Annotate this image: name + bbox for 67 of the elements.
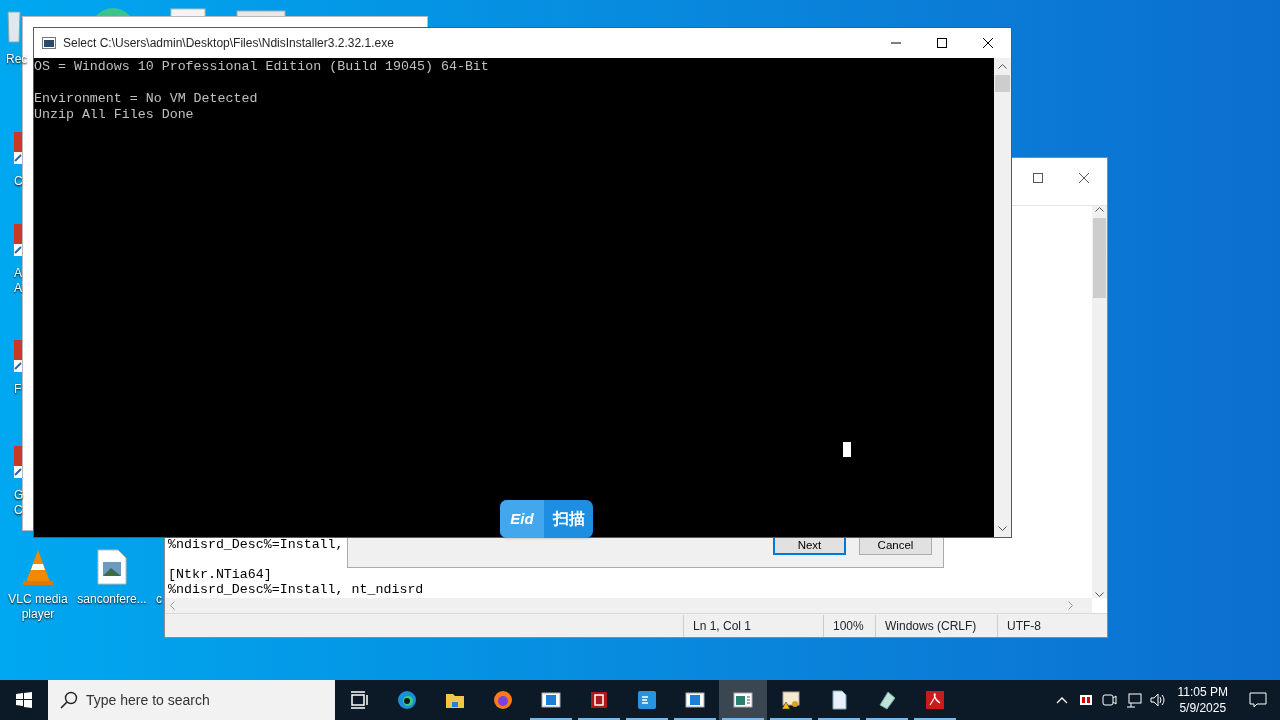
text-line: %ndisrd_Desc%=Install,: [168, 537, 344, 552]
maximize-icon: [1033, 173, 1043, 183]
scan-label: 扫描: [551, 509, 586, 529]
scroll-up-icon: [1095, 206, 1104, 212]
search-icon: [60, 691, 78, 709]
search-field[interactable]: Type here to search: [86, 680, 326, 720]
task-view-icon: [349, 690, 369, 710]
eid-app-icon: [637, 690, 657, 710]
window-icon: [685, 690, 705, 710]
scroll-down-icon: [1095, 592, 1104, 598]
scroll-up-icon: [998, 63, 1007, 69]
network-icon: [1125, 692, 1142, 708]
close-icon: [983, 38, 993, 48]
icon-label: C: [14, 503, 23, 518]
icon-label: F: [14, 382, 22, 397]
image-file-icon[interactable]: [94, 548, 130, 588]
speaker-icon: [1149, 693, 1166, 707]
clock[interactable]: 11:05 PM 5/9/2025: [1169, 684, 1236, 716]
scroll-right-icon: [1068, 601, 1074, 610]
clock-time: 11:05 PM: [1177, 684, 1228, 700]
icon-label: C: [14, 174, 23, 189]
status-item: UTF-8: [997, 614, 1107, 637]
scrollbar[interactable]: [1092, 206, 1107, 598]
close-icon: [1079, 173, 1089, 183]
console-window-icon: [733, 690, 753, 710]
scroll-down-icon: [998, 526, 1007, 532]
window-icon: [541, 690, 561, 710]
text-line: [Ntkr.NTia64]: [168, 567, 272, 582]
edge-icon: [397, 690, 417, 710]
seal-icon: [589, 690, 609, 710]
camera-icon: [1102, 693, 1117, 707]
horizontal-scrollbar[interactable]: [165, 598, 1092, 613]
windows-icon: [16, 692, 32, 708]
chat-bubble-icon: [1249, 692, 1267, 708]
status-item: 100%: [823, 614, 875, 637]
icon-label: c: [156, 592, 162, 607]
icon-label: sanconfere...: [77, 592, 147, 607]
search-box[interactable]: Type here to search: [48, 680, 335, 720]
flag-icon: [1079, 695, 1092, 705]
window-title: Select C:\Users\admin\Desktop\Files\NdisInstaller3.2.32.1.exe: [62, 35, 395, 52]
icon-label: A: [14, 266, 22, 281]
console-line: Environment = No VM Detected: [34, 91, 258, 106]
pdf-icon: [925, 690, 945, 710]
text-cursor: [843, 442, 851, 457]
eid-logo: Eid: [500, 500, 544, 538]
scrollbar[interactable]: [994, 58, 1011, 537]
fox-browser-icon: [493, 690, 513, 710]
icon-label: A: [14, 281, 22, 296]
status-item: Ln 1, Col 1: [683, 614, 823, 637]
icon-label: player: [21, 607, 55, 622]
maximize-icon: [937, 38, 947, 48]
text-line: %ndisrd_Desc%=Install, nt_ndisrd: [168, 582, 424, 597]
status-item: Windows (CRLF): [875, 614, 997, 637]
clock-date: 5/9/2025: [1178, 700, 1228, 716]
icon-label: VLC media: [8, 592, 68, 607]
console-line: Unzip All Files Done: [34, 107, 194, 122]
document-icon: [829, 690, 849, 710]
traffic-cone-icon[interactable]: [20, 548, 56, 588]
scrollbar-thumb[interactable]: [1093, 218, 1106, 298]
taskbar-button[interactable]: [719, 680, 767, 720]
chevron-up-icon: [1055, 696, 1068, 704]
console-line: OS = Windows 10 Professional Edition (Build 19045) 64-Bit: [34, 59, 489, 74]
certificate-warning-icon: [781, 690, 801, 710]
scroll-left-icon: [169, 601, 175, 610]
scrollbar-thumb[interactable]: [995, 75, 1010, 92]
notepad-icon: [877, 690, 897, 710]
console-icon: [42, 37, 56, 49]
